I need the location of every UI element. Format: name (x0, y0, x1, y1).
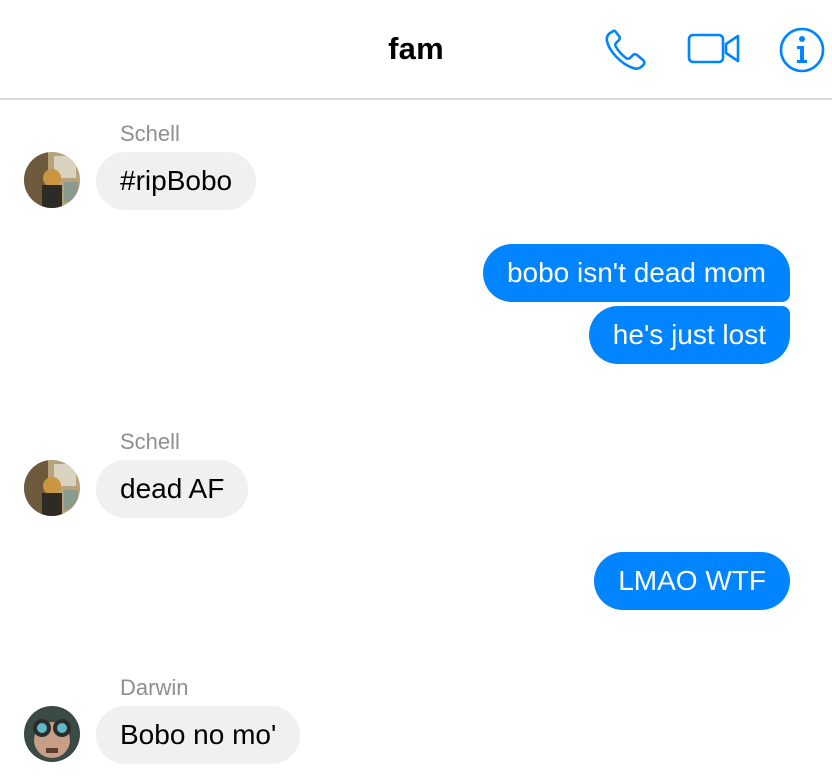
avatar-schell[interactable] (24, 152, 80, 208)
message-bubble[interactable]: dead AF (96, 460, 249, 518)
info-icon (779, 27, 825, 73)
message-bubble[interactable]: #ripBobo (96, 152, 257, 210)
avatar-schell[interactable] (24, 460, 80, 516)
avatar-image (24, 706, 80, 762)
sender-name: Schell (120, 121, 180, 146)
avatar-darwin[interactable] (24, 706, 80, 762)
conversation-header: fam (0, 0, 832, 100)
video-camera-icon (687, 33, 740, 64)
sender-name: Darwin (120, 675, 189, 700)
message-bubble[interactable]: he's just lost (588, 306, 790, 364)
video-call-button[interactable] (686, 24, 744, 76)
avatar-image (24, 460, 80, 516)
call-button[interactable] (600, 24, 652, 76)
message-bubble[interactable]: Bobo no mo' (96, 706, 301, 764)
message-bubble[interactable]: LMAO WTF (594, 552, 790, 610)
chat-screen: fam Schell #ripBobo bobo isn't dead mom … (0, 0, 832, 783)
info-button[interactable] (776, 24, 828, 76)
sender-name: Schell (120, 429, 180, 454)
message-bubble[interactable]: bobo isn't dead mom (482, 244, 790, 302)
phone-icon (605, 29, 646, 70)
avatar-image (24, 152, 80, 208)
